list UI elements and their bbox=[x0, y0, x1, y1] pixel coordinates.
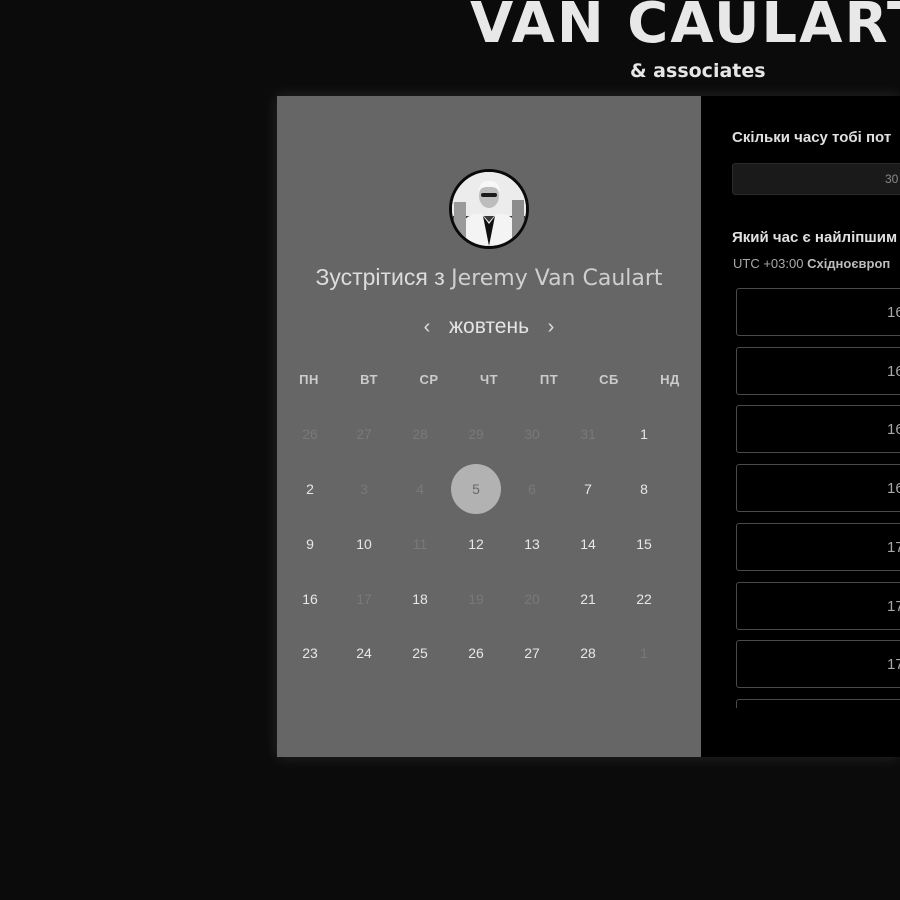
calendar-day[interactable]: 21 bbox=[573, 584, 603, 614]
time-slot-label: 17 bbox=[887, 597, 900, 615]
month-navigation: ‹ жовтень › bbox=[277, 312, 701, 342]
weekday-label: ПТ bbox=[539, 372, 559, 387]
page: VAN CAULART & associates Зустрітися з Je… bbox=[0, 0, 900, 900]
timezone-selector[interactable]: UTC +03:00 Східноєвроп bbox=[733, 256, 890, 271]
calendar-day-selected[interactable]: 5 bbox=[451, 464, 501, 514]
calendar-day: 6 bbox=[528, 481, 536, 497]
weekday-label: СБ bbox=[599, 372, 619, 387]
calendar-day[interactable]: 22 bbox=[629, 584, 659, 614]
calendar-day[interactable]: 25 bbox=[405, 638, 435, 668]
time-slot-button[interactable]: 16 bbox=[736, 346, 900, 395]
calendar-day[interactable]: 18 bbox=[405, 584, 435, 614]
calendar-day[interactable]: 9 bbox=[295, 529, 325, 559]
meeting-title: Зустрітися з Jeremy Van Caulart bbox=[277, 264, 701, 291]
duration-select[interactable]: 30 bbox=[732, 163, 900, 195]
calendar-day[interactable]: 1 bbox=[629, 419, 659, 449]
calendar-day: 17 bbox=[356, 591, 372, 607]
calendar-day: 27 bbox=[356, 426, 372, 442]
time-slot-button[interactable]: 16 bbox=[736, 464, 900, 513]
person-photo-icon bbox=[452, 172, 526, 246]
calendar-day[interactable]: 8 bbox=[629, 474, 659, 504]
time-slot-label: 16 bbox=[887, 480, 900, 498]
time-slot-button[interactable]: 17 bbox=[736, 581, 900, 630]
weekday-label: ПН bbox=[299, 372, 319, 387]
weekday-label: ВТ bbox=[360, 372, 378, 387]
brand-logo-subtitle: & associates bbox=[630, 60, 766, 82]
time-slot-label: 17 bbox=[887, 656, 900, 674]
calendar-day[interactable]: 2 bbox=[295, 474, 325, 504]
month-label: жовтень bbox=[448, 315, 530, 338]
time-slot-label: 16 bbox=[887, 362, 900, 380]
calendar-day[interactable]: 13 bbox=[517, 529, 547, 559]
time-question: Який час є найліпшим bbox=[732, 229, 898, 246]
calendar-day: 30 bbox=[524, 426, 540, 442]
calendar-day[interactable]: 23 bbox=[295, 638, 325, 668]
host-name: Jeremy Van Caulart bbox=[451, 266, 663, 291]
chevron-right-icon[interactable]: › bbox=[545, 317, 557, 337]
time-slot-button[interactable] bbox=[736, 698, 900, 708]
weekday-label: ЧТ bbox=[479, 372, 499, 387]
chevron-left-icon[interactable]: ‹ bbox=[421, 317, 433, 337]
scheduler-card: Зустрітися з Jeremy Van Caulart ‹ жовтен… bbox=[277, 96, 900, 757]
calendar-day[interactable]: 12 bbox=[461, 529, 491, 559]
booking-panel: Скільки часу тобі пот 30 Який час є найл… bbox=[701, 96, 900, 757]
calendar-day: 31 bbox=[580, 426, 596, 442]
time-slot-label: 17 bbox=[887, 538, 900, 556]
calendar-day[interactable]: 16 bbox=[295, 584, 325, 614]
meeting-title-prefix: Зустрітися з bbox=[315, 264, 445, 290]
calendar-day[interactable]: 10 bbox=[349, 529, 379, 559]
duration-value: 30 bbox=[885, 172, 899, 186]
time-slot-list: 16 16 16 16 17 17 17 bbox=[736, 288, 900, 708]
calendar-day[interactable]: 24 bbox=[349, 638, 379, 668]
timezone-offset: UTC +03:00 bbox=[733, 256, 804, 271]
calendar-day: 26 bbox=[302, 426, 318, 442]
calendar-day: 4 bbox=[416, 481, 424, 497]
duration-question: Скільки часу тобі пот bbox=[732, 129, 892, 146]
time-slot-button[interactable]: 17 bbox=[736, 522, 900, 571]
calendar-day[interactable]: 7 bbox=[573, 474, 603, 504]
calendar-day[interactable]: 27 bbox=[517, 638, 547, 668]
calendar-day[interactable]: 15 bbox=[629, 529, 659, 559]
time-slot-button[interactable]: 16 bbox=[736, 405, 900, 454]
calendar-day: 29 bbox=[468, 426, 484, 442]
calendar-day: 11 bbox=[412, 536, 428, 552]
calendar-day: 20 bbox=[524, 591, 540, 607]
brand-logo-title: VAN CAULART bbox=[470, 0, 900, 56]
host-avatar bbox=[449, 169, 529, 249]
weekday-label: НД bbox=[660, 372, 680, 387]
time-slot-label: 16 bbox=[887, 421, 900, 439]
calendar-day: 28 bbox=[412, 426, 428, 442]
calendar-day: 1 bbox=[640, 645, 648, 661]
calendar-day[interactable]: 14 bbox=[573, 529, 603, 559]
time-slot-button[interactable]: 17 bbox=[736, 640, 900, 689]
weekday-label: СР bbox=[419, 372, 439, 387]
calendar-day[interactable]: 28 bbox=[573, 638, 603, 668]
calendar-day[interactable]: 26 bbox=[461, 638, 491, 668]
time-slot-label: 16 bbox=[887, 304, 900, 321]
timezone-name: Східноєвроп bbox=[807, 256, 891, 271]
calendar-day: 3 bbox=[360, 481, 368, 497]
calendar-day: 19 bbox=[468, 591, 484, 607]
calendar-panel: Зустрітися з Jeremy Van Caulart ‹ жовтен… bbox=[277, 96, 701, 757]
time-slot-button[interactable]: 16 bbox=[736, 288, 900, 336]
